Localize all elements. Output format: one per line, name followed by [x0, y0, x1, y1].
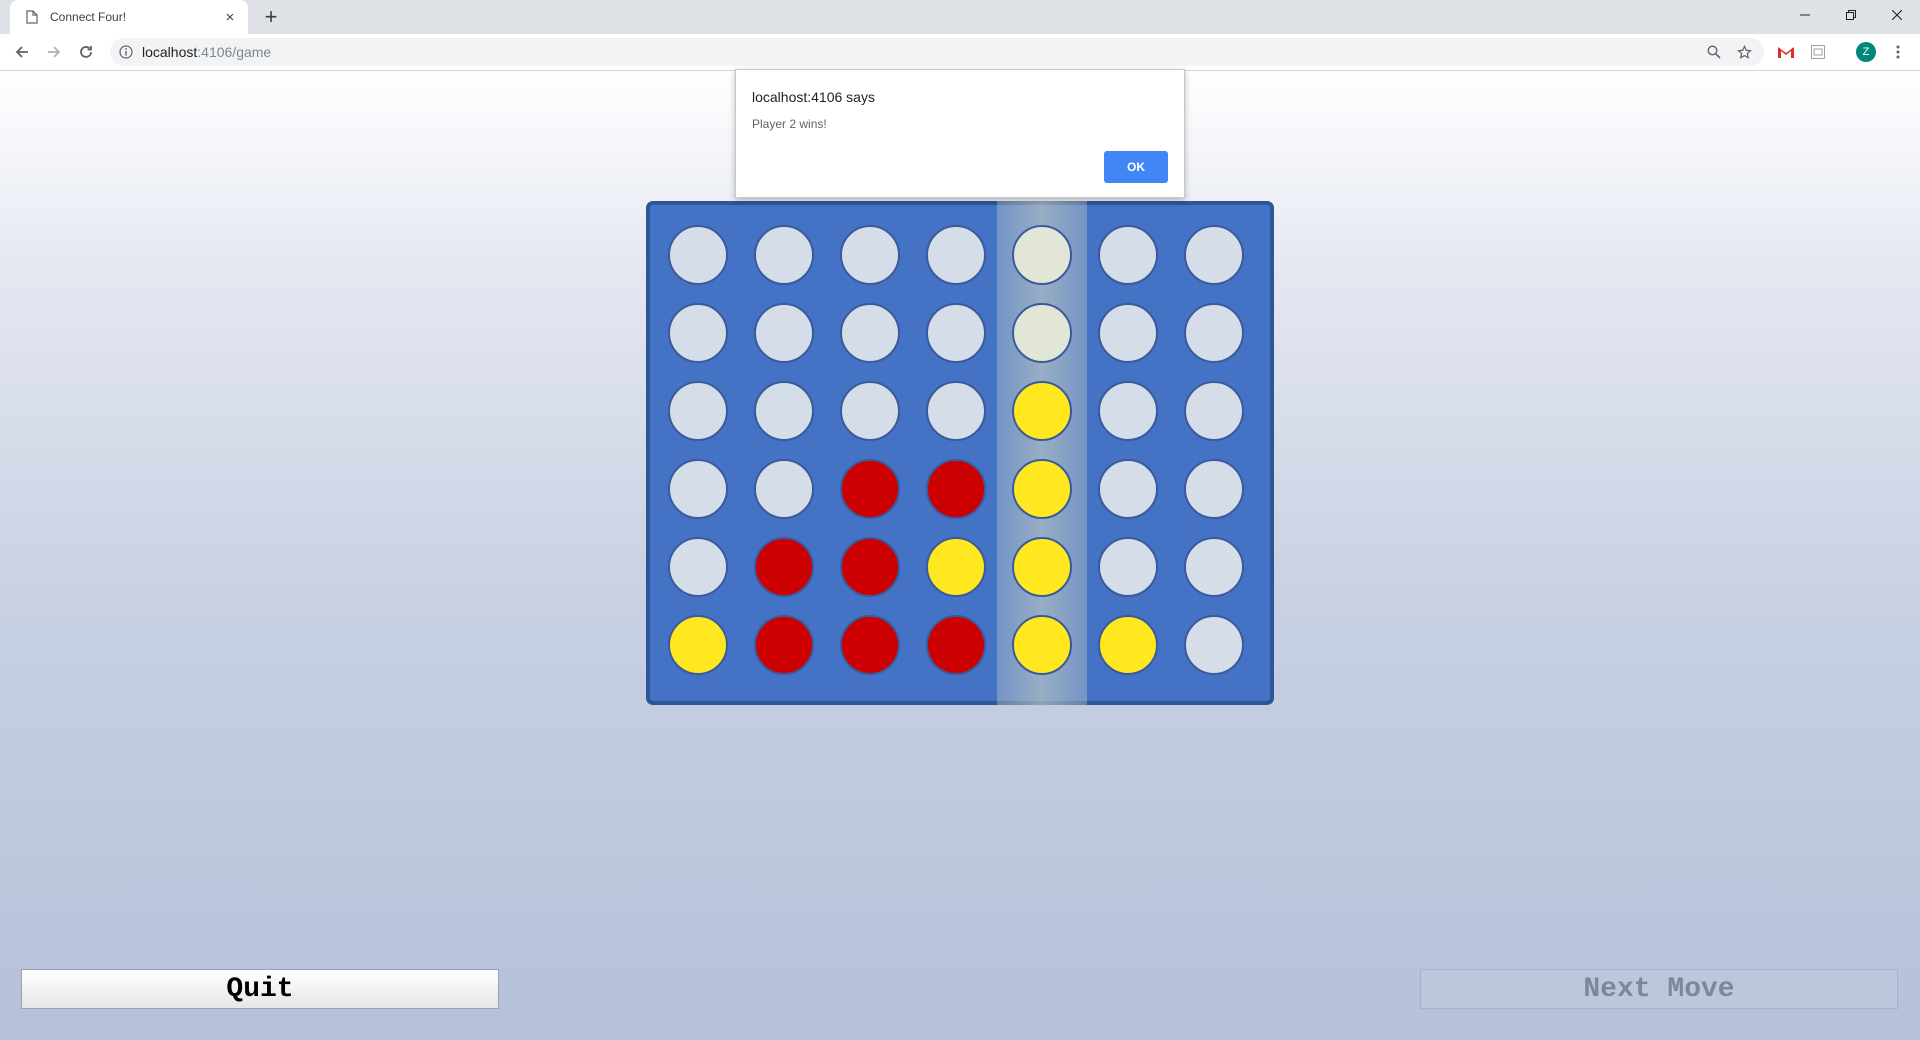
board-cell[interactable] — [754, 381, 814, 441]
profile-avatar[interactable]: Z — [1856, 42, 1876, 62]
board-cell[interactable] — [754, 303, 814, 363]
address-bar[interactable]: localhost:4106/game — [110, 38, 1764, 66]
info-icon[interactable] — [118, 44, 134, 60]
board-cell[interactable] — [754, 225, 814, 285]
page-icon — [24, 9, 40, 25]
next-move-button[interactable]: Next Move — [1420, 969, 1898, 1009]
board-cell[interactable] — [1184, 225, 1244, 285]
gmail-icon[interactable] — [1776, 42, 1796, 62]
board-cell[interactable] — [1012, 303, 1072, 363]
url-host: localhost — [142, 44, 198, 60]
board-cell[interactable] — [1098, 615, 1158, 675]
board-cell[interactable] — [754, 537, 814, 597]
browser-tab[interactable]: Connect Four! × — [10, 0, 248, 34]
board-cell[interactable] — [668, 615, 728, 675]
close-tab-icon[interactable]: × — [222, 9, 238, 26]
browser-toolbar: localhost:4106/game Z — [0, 34, 1920, 71]
board-cell[interactable] — [1098, 381, 1158, 441]
board-cell[interactable] — [1012, 225, 1072, 285]
board-cell[interactable] — [1184, 459, 1244, 519]
restore-icon[interactable] — [1828, 0, 1874, 30]
ok-button[interactable]: OK — [1104, 151, 1168, 183]
alert-dialog: localhost:4106 says Player 2 wins! OK — [735, 69, 1185, 198]
board-cell[interactable] — [1012, 459, 1072, 519]
zoom-icon[interactable] — [1706, 44, 1722, 60]
url-path: :4106/game — [197, 44, 272, 60]
board-cell[interactable] — [1098, 537, 1158, 597]
board-cell[interactable] — [1098, 459, 1158, 519]
url-text: localhost:4106/game — [142, 44, 271, 60]
board-cell[interactable] — [926, 459, 986, 519]
board-cell[interactable] — [754, 615, 814, 675]
bookmark-star-icon[interactable] — [1736, 44, 1752, 60]
board-cell[interactable] — [840, 303, 900, 363]
board-cell[interactable] — [668, 381, 728, 441]
menu-dots-icon[interactable] — [1890, 42, 1906, 62]
board-cell[interactable] — [1184, 303, 1244, 363]
board-cell[interactable] — [1012, 537, 1072, 597]
board-cell[interactable] — [668, 537, 728, 597]
board-cell[interactable] — [840, 381, 900, 441]
alert-message: Player 2 wins! — [752, 117, 827, 131]
board-cell[interactable] — [926, 303, 986, 363]
board-cell[interactable] — [840, 537, 900, 597]
board-cell[interactable] — [1184, 537, 1244, 597]
tab-title: Connect Four! — [50, 10, 127, 24]
game-board[interactable] — [646, 201, 1274, 705]
minimize-icon[interactable] — [1782, 0, 1828, 30]
reload-icon[interactable] — [74, 40, 98, 64]
window-controls — [1782, 0, 1920, 30]
alert-title: localhost:4106 says — [752, 89, 875, 105]
board-cell[interactable] — [926, 225, 986, 285]
board-cell[interactable] — [1098, 225, 1158, 285]
board-cell[interactable] — [668, 459, 728, 519]
close-window-icon[interactable] — [1874, 0, 1920, 30]
board-cell[interactable] — [1184, 615, 1244, 675]
board-cell[interactable] — [668, 225, 728, 285]
board-cell[interactable] — [1012, 381, 1072, 441]
board-cell[interactable] — [1184, 381, 1244, 441]
board-cell[interactable] — [926, 381, 986, 441]
board-cell[interactable] — [1098, 303, 1158, 363]
board-cell[interactable] — [926, 615, 986, 675]
board-cell[interactable] — [840, 615, 900, 675]
board-cell[interactable] — [754, 459, 814, 519]
board-cell[interactable] — [1012, 615, 1072, 675]
game-page: Quit Next Move — [0, 71, 1920, 1040]
extension-icon[interactable] — [1808, 42, 1828, 62]
forward-arrow-icon[interactable] — [42, 40, 66, 64]
board-cell[interactable] — [840, 459, 900, 519]
new-tab-button[interactable]: + — [260, 4, 282, 29]
tab-strip: Connect Four! × + — [0, 0, 1920, 34]
board-cell[interactable] — [668, 303, 728, 363]
board-cell[interactable] — [840, 225, 900, 285]
back-arrow-icon[interactable] — [10, 40, 34, 64]
board-cell[interactable] — [926, 537, 986, 597]
quit-button[interactable]: Quit — [21, 969, 499, 1009]
